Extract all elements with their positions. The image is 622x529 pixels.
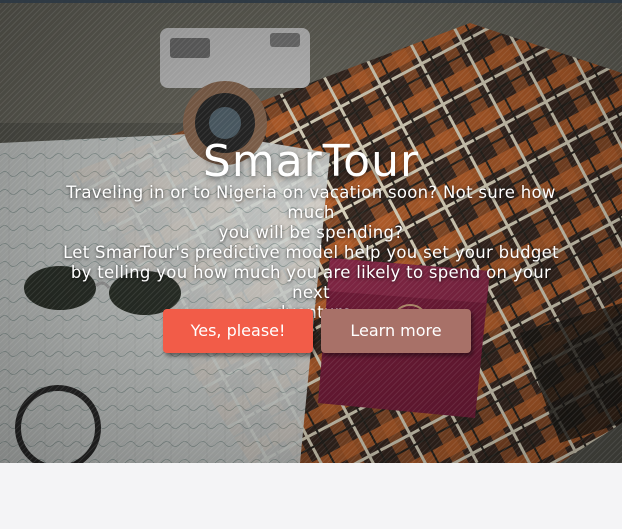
tagline-line: by telling you how much you are likely t… [70, 263, 552, 302]
hero-tagline: Traveling in or to Nigeria on vacation s… [60, 183, 562, 323]
page-footer-area [0, 463, 622, 529]
tagline-line: Traveling in or to Nigeria on vacation s… [66, 183, 556, 222]
tagline-line: Let SmarTour's predictive model help you… [63, 243, 559, 262]
hero-section: SmarTour Traveling in or to Nigeria on v… [0, 3, 622, 463]
app-title: SmarTour [202, 136, 420, 188]
yes-please-button[interactable]: Yes, please! [163, 309, 313, 353]
tagline-line: you will be spending? [218, 223, 404, 242]
learn-more-button[interactable]: Learn more [321, 309, 471, 353]
